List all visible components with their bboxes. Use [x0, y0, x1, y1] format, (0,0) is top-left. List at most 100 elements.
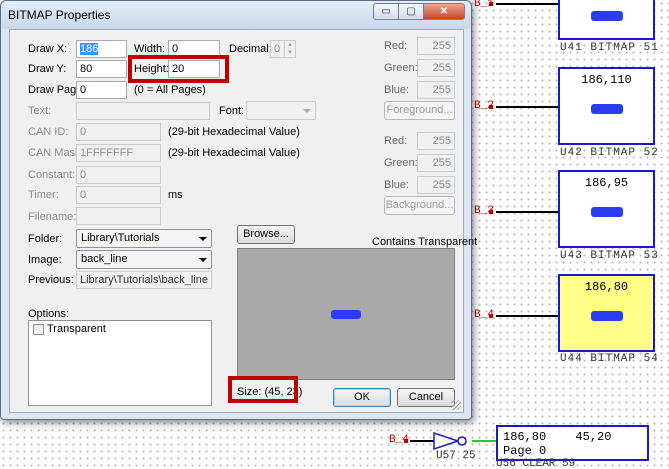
close-button[interactable]: ✕	[423, 3, 465, 20]
fore-blue-field[interactable]: 255	[417, 81, 455, 99]
back-blue-label: Blue:	[384, 179, 410, 191]
can-id-field[interactable]: 0	[76, 123, 161, 141]
decimal-label: Decimal:	[229, 43, 272, 55]
clear-coord: 186,80	[503, 430, 547, 444]
constant-field[interactable]: 0	[76, 166, 161, 184]
draw-page-hint: (0 = All Pages)	[134, 84, 206, 96]
chevron-down-icon	[199, 237, 207, 241]
font-dropdown[interactable]	[246, 101, 316, 120]
minimize-button[interactable]: ▭	[373, 3, 399, 20]
dialog-client: Draw X: 186 Width: 0 Decimal: 0 ▲ ▼ Draw…	[9, 29, 477, 413]
foreground-button[interactable]: Foreground...	[384, 101, 455, 120]
back-green-field[interactable]: 255	[417, 154, 455, 172]
options-list: Transparent	[28, 320, 212, 406]
can-mask-hint: (29-bit Hexadecimal Value)	[168, 147, 300, 159]
image-preview	[237, 248, 455, 380]
cancel-button[interactable]: Cancel	[397, 388, 455, 407]
filename-label: Filename:	[28, 211, 77, 223]
transparent-label[interactable]: Transparent	[47, 323, 106, 335]
can-id-hint: (29-bit Hexadecimal Value)	[168, 126, 300, 138]
block-caption: U44 BITMAP 54	[560, 353, 659, 365]
fore-blue-label: Blue:	[384, 84, 410, 96]
back-red-label: Red:	[384, 135, 408, 147]
bitmap-bar	[590, 207, 623, 217]
font-label: Font:	[219, 105, 245, 117]
draw-x-field[interactable]: 186	[76, 40, 127, 58]
pin	[489, 210, 493, 214]
block-coord: 186,80	[584, 280, 629, 294]
image-dropdown[interactable]: back_line	[76, 250, 212, 269]
image-label: Image:	[28, 254, 62, 266]
wire	[496, 106, 558, 108]
bitmap-block[interactable]	[558, 0, 655, 40]
clear-block[interactable]: 186,80 45,20 Page 0	[496, 425, 649, 461]
block-coord: 186,110	[581, 73, 632, 87]
back-red-field[interactable]: 255	[417, 132, 455, 150]
bitmap-bar	[590, 11, 623, 21]
timer-label: Timer:	[28, 189, 59, 201]
bitmap-properties-dialog: BITMAP Properties ▭ ▢ ✕ Draw X: 186 Widt…	[0, 0, 477, 420]
timer-field[interactable]: 0	[76, 186, 161, 204]
transparent-checkbox[interactable]	[33, 324, 44, 335]
text-label: Text:	[28, 105, 52, 117]
decimal-field[interactable]: 0	[270, 40, 285, 58]
draw-page-field[interactable]: 0	[76, 81, 127, 99]
bitmap-block[interactable]: 186,110	[558, 67, 655, 145]
bitmap-preview-bar	[331, 310, 361, 319]
height-highlight-box	[128, 55, 229, 83]
width-label: Width:	[134, 43, 166, 55]
fore-green-label: Green:	[384, 62, 418, 74]
wire	[496, 315, 558, 317]
inverter-caption: U57 25	[436, 450, 476, 462]
title-bar[interactable]: BITMAP Properties ▭ ▢ ✕	[1, 1, 471, 29]
dialog-title: BITMAP Properties	[8, 8, 111, 22]
folder-dropdown[interactable]: Library\Tutorials	[76, 229, 212, 248]
inverter-gate-icon[interactable]	[432, 431, 472, 451]
decimal-spinner[interactable]: ▲ ▼	[284, 40, 296, 58]
constant-label: Constant:	[28, 169, 76, 181]
resize-grip-icon[interactable]	[451, 400, 461, 410]
size-highlight-box	[228, 376, 298, 403]
back-blue-field[interactable]: 255	[417, 176, 455, 194]
block-caption: U41 BITMAP 51	[560, 42, 659, 54]
timer-unit: ms	[168, 189, 183, 201]
background-button[interactable]: Background...	[384, 196, 455, 215]
pin	[489, 314, 493, 318]
chevron-down-icon	[199, 258, 207, 262]
wire	[496, 211, 558, 213]
bitmap-block-selected[interactable]: 186,80	[558, 274, 655, 352]
filename-field[interactable]	[76, 207, 161, 225]
spin-up-icon[interactable]: ▲	[285, 41, 295, 49]
clear-size: 45,20	[575, 430, 612, 444]
draw-y-label: Draw Y:	[28, 63, 67, 75]
text-field[interactable]	[76, 102, 210, 120]
block-caption: U43 BITMAP 53	[560, 250, 659, 262]
previous-field: Library\Tutorials\back_line	[76, 271, 212, 289]
can-mask-field[interactable]: 1FFFFFFF	[76, 144, 161, 162]
fore-red-field[interactable]: 255	[417, 37, 455, 55]
wire-active	[472, 440, 496, 442]
wire	[496, 3, 558, 5]
bitmap-block[interactable]: 186,95	[558, 170, 655, 248]
bitmap-bar	[590, 311, 623, 321]
ok-button[interactable]: OK	[333, 388, 391, 407]
bitmap-bar	[590, 104, 623, 114]
block-caption: U42 BITMAP 52	[560, 147, 659, 159]
clear-page: Page 0	[503, 444, 547, 458]
fore-green-field[interactable]: 255	[417, 59, 455, 77]
draw-x-label: Draw X:	[28, 43, 68, 55]
chevron-down-icon	[303, 109, 311, 113]
block-caption: U56 CLEAR 59	[496, 458, 576, 469]
browse-button[interactable]: Browse...	[237, 225, 295, 244]
block-coord: 186,95	[584, 176, 629, 190]
draw-y-field[interactable]: 80	[76, 60, 127, 78]
folder-label: Folder:	[28, 233, 63, 245]
pin	[404, 439, 408, 443]
contains-transparent-label: Contains Transparent	[372, 236, 478, 248]
previous-label: Previous:	[28, 274, 74, 286]
options-label: Options:	[28, 308, 69, 320]
maximize-button[interactable]: ▢	[398, 3, 424, 20]
spin-down-icon[interactable]: ▼	[285, 49, 295, 57]
fore-red-label: Red:	[384, 40, 408, 52]
wire	[410, 440, 434, 442]
